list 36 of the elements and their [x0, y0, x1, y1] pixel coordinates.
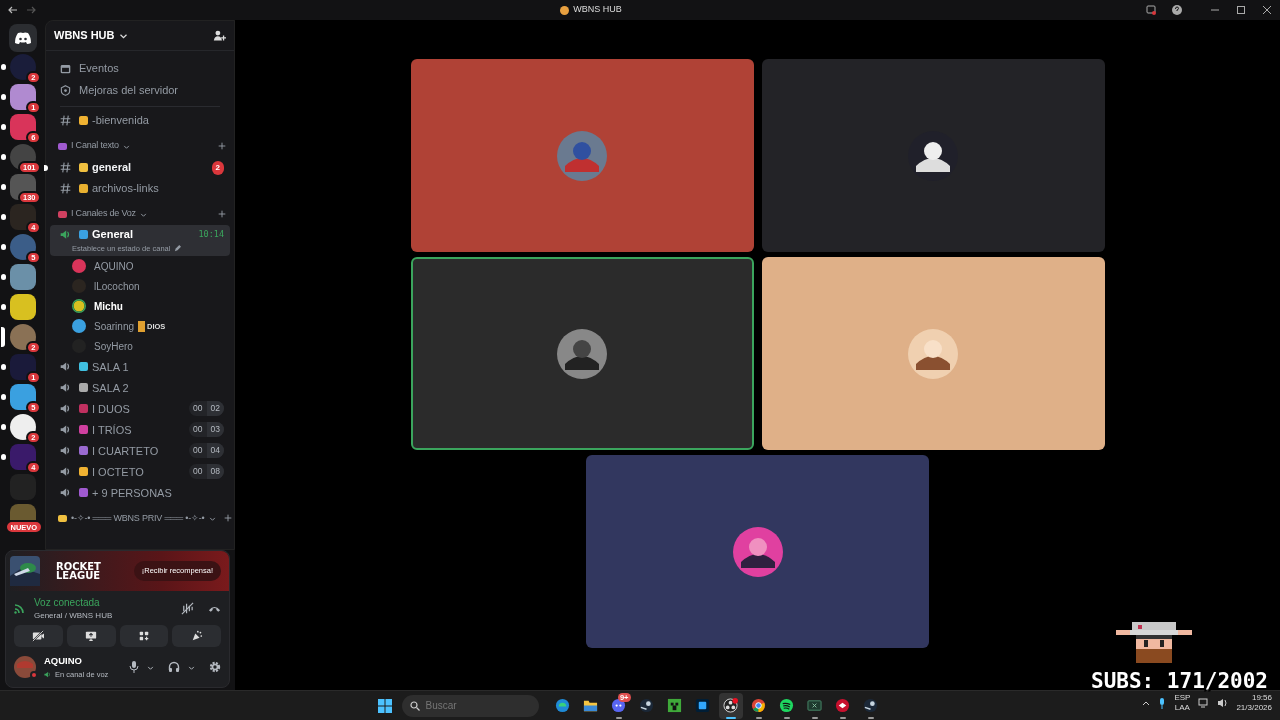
channel-item[interactable]: SALA 1 [50, 356, 230, 378]
channel-item[interactable]: I OCTETO 00 08 [50, 461, 230, 483]
keyboard-language[interactable]: ESP LAA [1174, 693, 1191, 713]
category-header[interactable]: I Canales de Voz [71, 207, 136, 221]
user-limit-counter: 00 02 [189, 401, 224, 417]
username: AQUINO [44, 654, 83, 669]
menu-item[interactable]: Eventos [50, 57, 230, 79]
user-limit-counter: 00 04 [189, 443, 224, 459]
subscriber-counter: SUBS: 171/2002 [1091, 670, 1268, 692]
menu-item[interactable]: Mejoras del servidor [50, 79, 230, 101]
user-limit-counter: 00 08 [189, 464, 224, 480]
voice-location[interactable]: General / WBNS HUB [34, 609, 173, 622]
channel-item[interactable]: I TRÍOS 00 03 [50, 419, 230, 441]
window-title: WBNS HUB [573, 3, 622, 17]
channel-item[interactable]: SALA 2 [50, 377, 230, 399]
channel-item[interactable]: I CUARTETO 00 04 [50, 440, 230, 462]
category-header[interactable]: •-✧-• ═══ WBNS PRIV ═══ •-✧-• [71, 511, 205, 525]
server-name[interactable]: WBNS HUB [54, 27, 128, 44]
category-header[interactable]: I Canal texto [71, 139, 119, 153]
voice-user[interactable]: AQUINO [50, 256, 230, 277]
channel-item[interactable]: General 10:14 [50, 225, 230, 243]
channel-item[interactable]: general 2 [50, 157, 230, 178]
channel-item[interactable]: archivos-links [50, 178, 230, 199]
call-timer: 10:14 [198, 227, 224, 241]
channel-item[interactable]: -bienvenida [50, 110, 230, 131]
game-logo: ROCKET LEAGUE [56, 561, 101, 581]
channel-item[interactable]: + 9 PERSONAS [50, 482, 230, 504]
clock[interactable]: 19:56 21/3/2026 [1236, 693, 1272, 713]
user-limit-counter: 00 03 [189, 422, 224, 438]
voice-user[interactable]: Michu [50, 296, 230, 317]
mention-badge: 2 [211, 160, 224, 175]
connection-status: Voz conectada [34, 595, 101, 610]
voice-user[interactable]: lLocochon [50, 276, 230, 297]
voice-user[interactable]: SoyHero [50, 336, 230, 357]
search-field[interactable]: Buscar [401, 694, 539, 717]
channel-item[interactable]: I DUOS 00 02 [50, 398, 230, 420]
